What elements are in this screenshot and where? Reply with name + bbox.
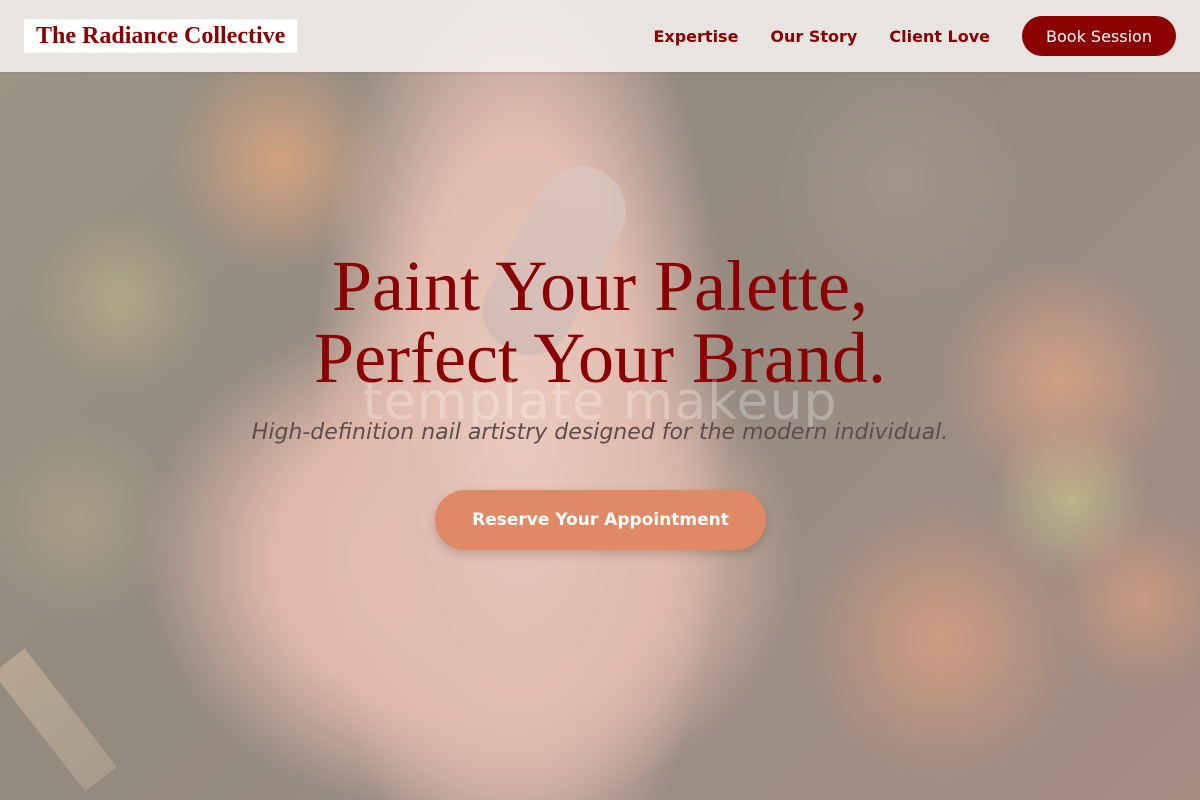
site-header: The Radiance Collective Expertise Our St… bbox=[0, 0, 1200, 72]
hero-section: Paint Your Palette, Perfect Your Brand. … bbox=[0, 0, 1200, 800]
brand-logo[interactable]: The Radiance Collective bbox=[24, 19, 298, 53]
hero-headline-line1: Paint Your Palette, bbox=[331, 246, 869, 326]
hero-subheadline: High-definition nail artistry designed f… bbox=[251, 420, 949, 445]
reserve-appointment-button[interactable]: Reserve Your Appointment bbox=[435, 490, 766, 550]
main-nav: Expertise Our Story Client Love Book Ses… bbox=[621, 16, 1176, 56]
nav-link-client-love[interactable]: Client Love bbox=[889, 27, 990, 46]
nav-link-our-story[interactable]: Our Story bbox=[770, 27, 857, 46]
nav-link-expertise[interactable]: Expertise bbox=[653, 27, 738, 46]
book-session-button[interactable]: Book Session bbox=[1022, 16, 1176, 56]
